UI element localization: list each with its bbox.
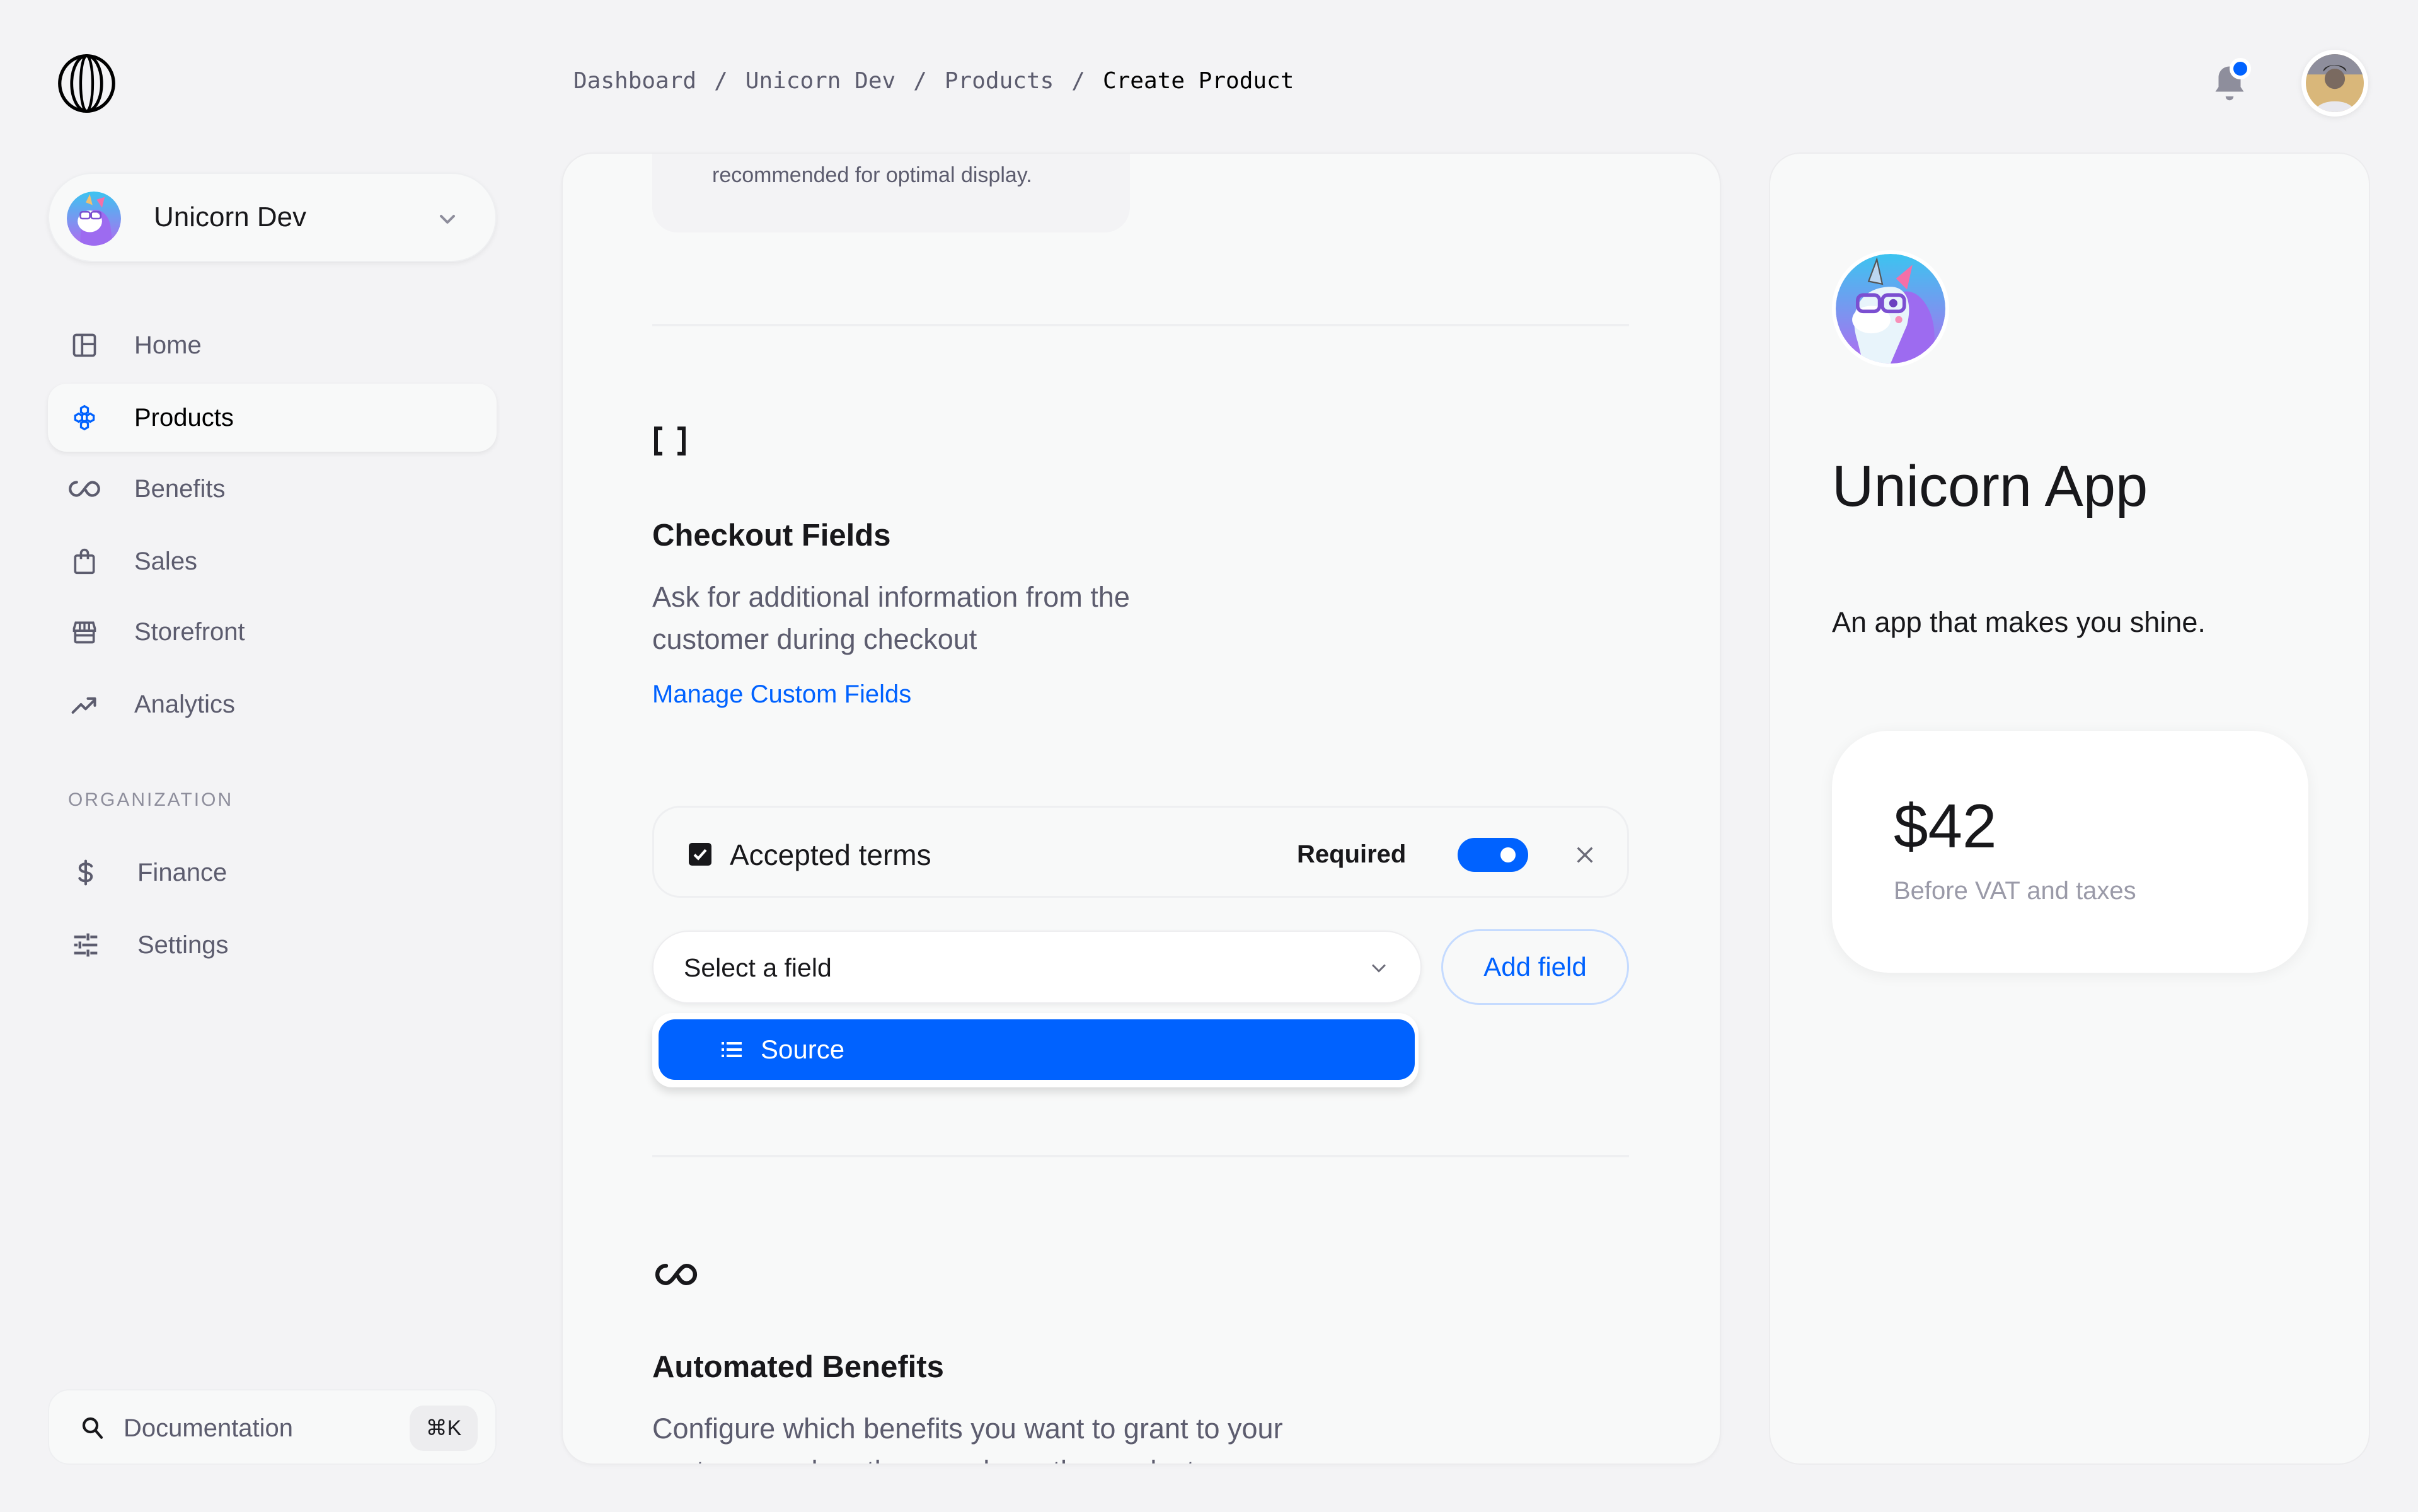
layout-icon <box>71 331 98 359</box>
media-hint-text: recommended for optimal display. <box>712 163 1032 187</box>
app-name: Unicorn App <box>1832 454 2148 518</box>
sidebar-item-label: Sales <box>134 547 198 575</box>
sidebar-item-finance[interactable]: Finance <box>48 839 497 907</box>
breadcrumb-separator: / <box>913 68 927 94</box>
breadcrumb-dashboard[interactable]: Dashboard <box>573 68 696 94</box>
checkout-field-row: Accepted terms Required <box>652 806 1629 898</box>
sidebar-item-home[interactable]: Home <box>48 311 497 379</box>
field-select[interactable]: Select a field <box>652 931 1422 1004</box>
sidebar-item-storefront[interactable]: Storefront <box>48 598 497 666</box>
infinity-icon <box>67 475 102 503</box>
sidebar-item-label: Benefits <box>134 475 226 503</box>
sidebar-item-products[interactable]: Products <box>48 384 497 452</box>
price-amount: $42 <box>1894 791 1997 861</box>
field-name: Accepted terms <box>730 839 931 871</box>
documentation-search[interactable]: Documentation ⌘K <box>48 1389 497 1465</box>
price-card: $42 Before VAT and taxes <box>1832 731 2308 973</box>
documentation-label: Documentation <box>124 1414 294 1442</box>
workspace-selector[interactable]: Unicorn Dev <box>48 173 497 262</box>
breadcrumb-current: Create Product <box>1102 68 1294 94</box>
breadcrumb-organization[interactable]: Unicorn Dev <box>746 68 895 94</box>
sidebar-item-settings[interactable]: Settings <box>48 911 497 979</box>
section-divider <box>652 1155 1629 1157</box>
sidebar-item-label: Products <box>134 404 234 432</box>
chevron-down-icon <box>1367 957 1390 980</box>
search-icon <box>79 1414 106 1441</box>
sidebar-item-label: Settings <box>137 931 229 959</box>
workspace-avatar <box>67 192 121 246</box>
section-divider <box>652 324 1629 326</box>
checkout-fields-title: Checkout Fields <box>652 518 891 553</box>
hexagons-icon <box>71 404 98 432</box>
dollar-icon <box>72 859 100 886</box>
sidebar-item-label: Home <box>134 331 202 359</box>
required-label: Required <box>1297 840 1407 868</box>
polar-logo-icon[interactable] <box>57 54 117 113</box>
select-placeholder: Select a field <box>684 953 832 982</box>
add-field-button[interactable]: Add field <box>1441 929 1629 1005</box>
app-tagline: An app that makes you shine. <box>1832 606 2206 638</box>
close-icon[interactable] <box>1574 844 1596 866</box>
infinity-icon <box>652 1260 700 1292</box>
sidebar-item-label: Storefront <box>134 618 245 646</box>
breadcrumb-products[interactable]: Products <box>945 68 1054 94</box>
sidebar-item-label: Analytics <box>134 690 236 718</box>
checkout-fields-description: Ask for additional information from the … <box>652 581 1130 655</box>
sidebar-item-sales[interactable]: Sales <box>48 527 497 595</box>
sidebar-item-benefits[interactable]: Benefits <box>48 455 497 523</box>
automated-benefits-description: Configure which benefits you want to gra… <box>652 1412 1283 1463</box>
storefront-icon <box>71 618 98 646</box>
media-hint-box: recommended for optimal display. <box>652 154 1130 232</box>
field-enabled-checkbox[interactable] <box>689 843 711 866</box>
product-preview-card: Unicorn App An app that makes you shine.… <box>1769 152 2370 1465</box>
breadcrumb: Dashboard / Unicorn Dev / Products / Cre… <box>573 68 1294 94</box>
automated-benefits-title: Automated Benefits <box>652 1350 944 1384</box>
product-form-card: recommended for optimal display. Checkou… <box>561 152 1721 1465</box>
breadcrumb-separator: / <box>1071 68 1085 94</box>
manage-custom-fields-link[interactable]: Manage Custom Fields <box>652 680 911 709</box>
brackets-icon <box>652 426 688 459</box>
breadcrumb-separator: / <box>714 68 728 94</box>
toggle-knob <box>1500 847 1516 862</box>
price-note: Before VAT and taxes <box>1894 877 2136 905</box>
sidebar-item-label: Finance <box>137 859 227 886</box>
required-toggle[interactable] <box>1458 838 1528 872</box>
app-logo <box>1832 250 1949 367</box>
trending-up-icon <box>71 690 98 718</box>
option-label: Source <box>761 1034 845 1064</box>
user-avatar[interactable] <box>2301 50 2368 117</box>
notification-badge <box>2230 58 2251 79</box>
shopping-bag-icon <box>71 547 98 575</box>
workspace-name: Unicorn Dev <box>154 202 307 232</box>
chevron-down-icon <box>435 207 460 232</box>
organization-section-label: ORGANIZATION <box>68 789 234 810</box>
sliders-icon <box>72 931 100 959</box>
sidebar-item-analytics[interactable]: Analytics <box>48 670 497 738</box>
list-icon <box>722 1041 742 1058</box>
field-select-dropdown: Source <box>652 1013 1419 1087</box>
dropdown-option-source[interactable]: Source <box>659 1019 1415 1080</box>
keyboard-shortcut-badge: ⌘K <box>410 1406 478 1451</box>
